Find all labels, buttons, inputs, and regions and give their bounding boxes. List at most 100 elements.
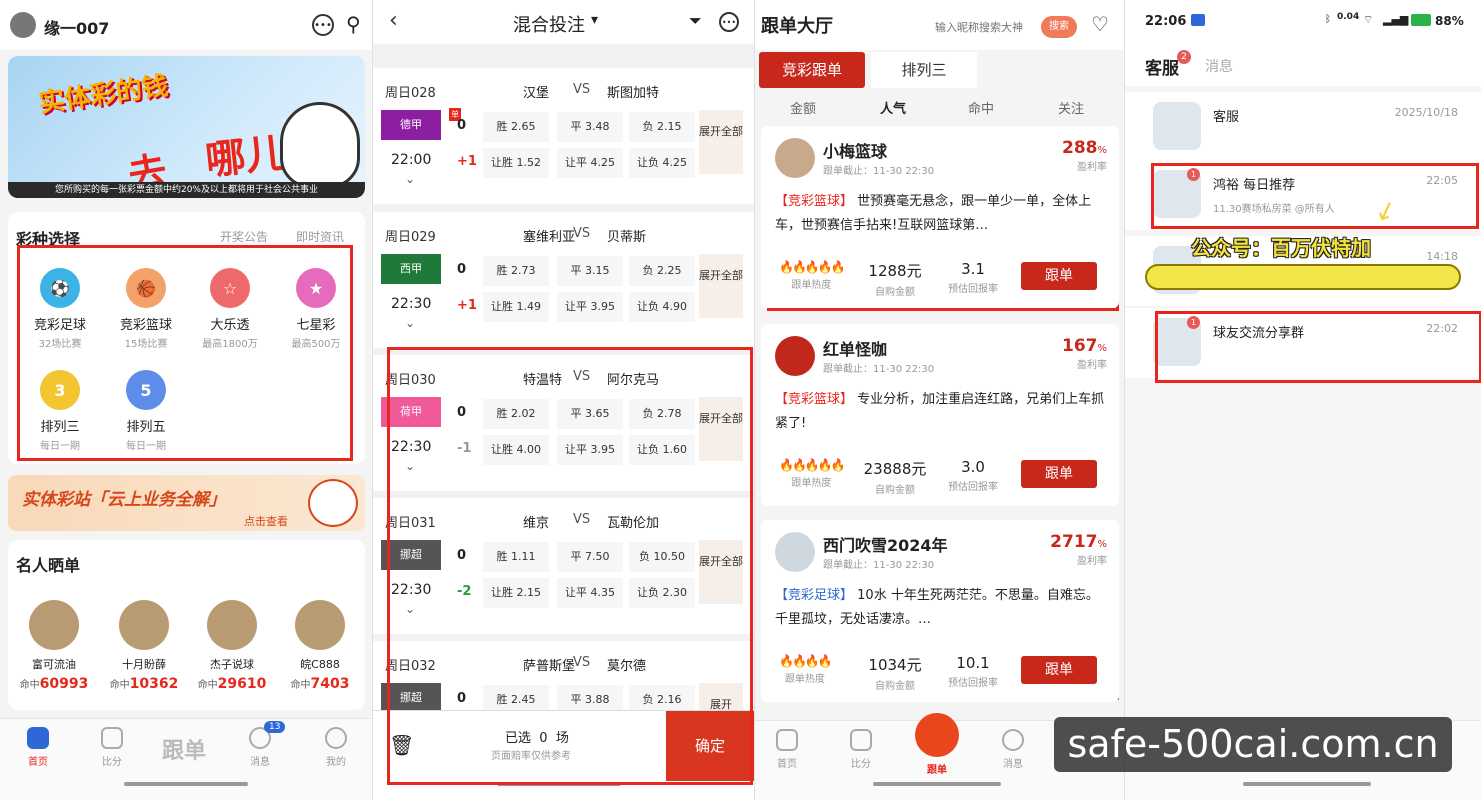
star-card[interactable]: 十月盼薛 命中10362	[104, 600, 184, 692]
odds-cell[interactable]: 胜 2.65	[483, 112, 549, 142]
lottery-item[interactable]: 🏀 竞彩篮球 15场比赛	[106, 268, 186, 350]
lottery-item[interactable]: 5 排列五 每日一期	[106, 370, 186, 452]
star-hit: 命中10362	[104, 676, 184, 692]
odds-cell[interactable]: 让平 4.25	[557, 148, 623, 178]
chevron-down-icon[interactable]: ▾	[591, 12, 598, 28]
odds-cell[interactable]: 让负 1.60	[629, 435, 695, 465]
expand-all-button[interactable]: 展开全部	[699, 397, 743, 461]
odds-cell[interactable]: 负 2.25	[629, 256, 695, 286]
lottery-item[interactable]: 3 排列三 每日一期	[20, 370, 100, 452]
customer-service-icon[interactable]: •••	[312, 14, 334, 36]
odds-cell[interactable]: 让负 2.30	[629, 578, 695, 608]
odds-cell[interactable]: 平 7.50	[557, 542, 623, 572]
sort-tab[interactable]: 金额	[763, 98, 843, 117]
tab-home[interactable]: 首页	[757, 729, 817, 770]
tab-follow[interactable]: 跟单	[154, 733, 214, 765]
return-stat: 3.0 预估回报率	[941, 458, 1005, 493]
chat-time: 2025/10/18	[1394, 106, 1458, 119]
odds-cell[interactable]: 胜 2.02	[483, 399, 549, 429]
mascot-image	[280, 102, 360, 188]
tab-messages[interactable]: 消息	[1205, 56, 1233, 76]
tab-customer-service[interactable]: 客服	[1145, 54, 1179, 79]
star-card[interactable]: 杰子说球 命中29610	[192, 600, 272, 692]
search-button[interactable]: 搜索	[1041, 16, 1077, 38]
chevron-down-icon[interactable]: ⌄	[405, 602, 415, 616]
chat-row[interactable]: 客服 2025/10/18	[1125, 92, 1481, 162]
live-news-link[interactable]: 即时资讯	[296, 228, 344, 245]
more-icon[interactable]: •••	[719, 12, 739, 32]
odds-cell[interactable]: 平 3.65	[557, 399, 623, 429]
odds-cell[interactable]: 让负 4.25	[629, 148, 695, 178]
tab-score[interactable]: 比分	[831, 729, 891, 770]
tab-messages[interactable]: 消息	[983, 729, 1043, 770]
expand-all-button[interactable]: 展开全部	[699, 540, 743, 604]
odds-cell[interactable]: 让胜 4.00	[483, 435, 549, 465]
chat-bubble-icon	[1002, 729, 1024, 751]
poster-name: 红单怪咖	[823, 340, 888, 359]
follow-button[interactable]: 跟单	[1021, 656, 1097, 684]
return-value: 10.1	[956, 654, 990, 672]
user-avatar[interactable]	[10, 12, 36, 38]
odds-cell[interactable]: 让胜 2.15	[483, 578, 549, 608]
tab-home[interactable]: 首页	[8, 727, 68, 768]
expand-all-button[interactable]: 展开全部	[699, 254, 743, 318]
chat-row[interactable]: 鸿裕 每日推荐 11.30赛场私房菜 @所有人 22:05 1	[1125, 160, 1481, 230]
odds-cell[interactable]: 让负 4.90	[629, 292, 695, 322]
profit-rate-unit: %	[1097, 145, 1107, 156]
odds-cell[interactable]: 负 10.50	[629, 542, 695, 572]
sort-tab[interactable]: 命中	[941, 98, 1021, 117]
chat-row[interactable]: 球友交流分享群 22:02 1	[1125, 308, 1481, 378]
chevron-down-icon[interactable]: ⌄	[405, 172, 415, 186]
sort-tab[interactable]: 人气	[853, 98, 933, 117]
lottery-1-icon: 🏀	[126, 268, 166, 308]
odds-cell[interactable]: 负 2.15	[629, 112, 695, 142]
odds-cell[interactable]: 胜 2.73	[483, 256, 549, 286]
master-search-input[interactable]	[935, 16, 1039, 38]
odds-cell[interactable]: 平 3.15	[557, 256, 623, 286]
odds-cell[interactable]: 让胜 1.52	[483, 148, 549, 178]
promo-link[interactable]: 点击查看	[244, 513, 288, 529]
sort-tab[interactable]: 关注	[1031, 98, 1111, 117]
follow-button[interactable]: 跟单	[1021, 460, 1097, 488]
lottery-item[interactable]: ★ 七星彩 最高500万	[276, 268, 356, 350]
expand-all-button[interactable]: 展开全部	[699, 110, 743, 174]
odds-cell[interactable]: 让平 4.35	[557, 578, 623, 608]
star-card[interactable]: 皖C888 命中7403	[280, 600, 360, 692]
profit-rate-unit: %	[1097, 539, 1107, 550]
search-icon[interactable]: ⚲	[346, 12, 361, 36]
trash-icon[interactable]: 🗑	[389, 733, 414, 757]
post-avatar	[775, 138, 815, 178]
confirm-button[interactable]: 确定	[666, 711, 754, 781]
follow-post-card[interactable]: 西门吹雪2024年 跟单截止：11-30 22:30 2717% 盈利率 【竞彩足球】 …	[761, 520, 1119, 702]
heart-icon[interactable]: ♡	[1091, 12, 1109, 36]
odds-cell[interactable]: 平 3.48	[557, 112, 623, 142]
follow-post-card[interactable]: 小梅篮球 跟单截止：11-30 22:30 288% 盈利率 【竞彩篮球】 世预赛毫无悬…	[761, 126, 1119, 308]
follow-button[interactable]: 跟单	[1021, 262, 1097, 290]
lottery-item[interactable]: ⚽ 竞彩足球 32场比赛	[20, 268, 100, 350]
odds-cell[interactable]: 负 2.78	[629, 399, 695, 429]
tab-follow[interactable]: 跟单	[907, 713, 967, 776]
filter-icon[interactable]: ⏷	[689, 11, 702, 31]
odds-cell[interactable]: 胜 1.11	[483, 542, 549, 572]
odds-cell[interactable]: 让胜 1.49	[483, 292, 549, 322]
chevron-down-icon[interactable]: ⌄	[405, 316, 415, 330]
chevron-down-icon[interactable]: ⌄	[405, 459, 415, 473]
odds-cell[interactable]: 让平 3.95	[557, 292, 623, 322]
promo-strip[interactable]: 实体彩站「云上业务全解」 点击查看	[8, 475, 365, 531]
tab-jingcai-follow[interactable]: 竞彩跟单	[759, 52, 865, 88]
follow-post-card[interactable]: 红单怪咖 跟单截止：11-30 22:30 167% 盈利率 【竞彩篮球】 专业分析，加…	[761, 324, 1119, 506]
handicap-line: +1	[457, 154, 477, 169]
draw-notice-link[interactable]: 开奖公告	[220, 228, 268, 245]
heat-stat: 🔥🔥🔥🔥 跟单热度	[779, 654, 833, 685]
tab-messages[interactable]: 消息 13	[230, 721, 290, 768]
back-icon[interactable]: ‹	[389, 8, 398, 33]
star-card[interactable]: 富可流油 命中60993	[14, 600, 94, 692]
bet-title[interactable]: 混合投注	[513, 11, 585, 37]
lottery-item[interactable]: ☆ 大乐透 最高1800万	[190, 268, 270, 350]
promo-banner[interactable]: 实体彩的钱 去 哪儿了？ 您所购买的每一张彩票金额中约20%及以上都将用于社会公…	[8, 56, 365, 198]
odds-cell[interactable]: 让平 3.95	[557, 435, 623, 465]
tab-score[interactable]: 比分	[82, 727, 142, 768]
tab-pailie3[interactable]: 排列三	[871, 52, 977, 88]
post-tag: 【竞彩篮球】	[775, 392, 854, 407]
tab-me[interactable]: 我的	[306, 727, 366, 768]
